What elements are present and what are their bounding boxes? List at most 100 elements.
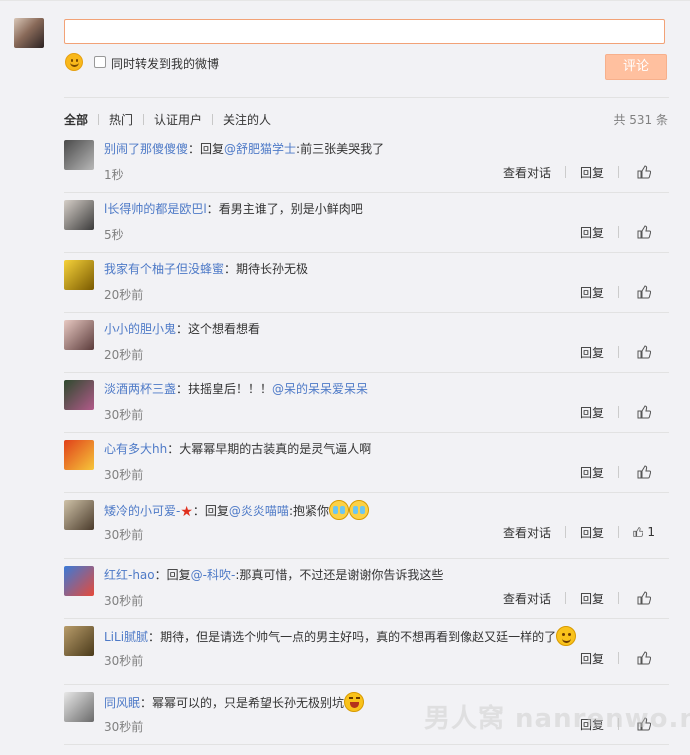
comment-prefix: ：回复 (154, 568, 191, 582)
mention-link[interactable]: @-科吹- (191, 568, 236, 582)
like-icon[interactable] (637, 225, 651, 239)
reply-link[interactable]: 回复 (566, 464, 618, 481)
reply-link[interactable]: 回复 (566, 224, 618, 241)
comment-time: 20秒前 (104, 348, 144, 362)
avatar[interactable] (64, 200, 94, 230)
total-count: 共 531 条 (613, 113, 668, 127)
view-conversation-link[interactable]: 查看对话 (489, 524, 565, 541)
comment-actions: 回复 (566, 404, 669, 420)
comment-actions: 回复 (566, 284, 669, 300)
comment-item: 矮冷的小可爱-★：回复@炎炎喵喵:抱紧你 30秒前 查看对话 回复 1 (64, 493, 669, 559)
repost-checkbox[interactable] (94, 56, 106, 68)
like-icon[interactable] (633, 525, 644, 539)
comment-text: 别闹了那傻傻傻：回复@舒肥猫学士:前三张美哭我了 (104, 140, 384, 157)
like-icon[interactable] (637, 165, 651, 179)
comment-item: 别闹了那傻傻傻：回复@舒肥猫学士:前三张美哭我了 1秒 查看对话 回复 (64, 133, 669, 193)
comment-item: 红红-hao：回复@-科吹-:那真可惜，不过还是谢谢你告诉我这些 30秒前 查看对话… (64, 559, 669, 619)
mention-link[interactable]: @炎炎喵喵 (229, 504, 289, 518)
like-button[interactable] (619, 405, 669, 419)
comment-actions: 查看对话 回复 (489, 590, 669, 606)
divider (64, 744, 669, 745)
avatar[interactable] (64, 692, 94, 722)
like-icon[interactable] (637, 285, 651, 299)
view-conversation-link[interactable]: 查看对话 (489, 590, 565, 607)
comment-prefix: ： (206, 202, 219, 216)
comment-text: 我家有个柚子但没蜂蜜：期待长孙无极 (104, 260, 308, 277)
like-icon[interactable] (637, 651, 651, 665)
reply-link[interactable]: 回复 (566, 344, 618, 361)
comment-prefix: ： (140, 696, 153, 710)
comment-prefix: ： (167, 442, 180, 456)
like-button[interactable] (619, 225, 669, 239)
comment-body: :抱紧你 (288, 504, 329, 518)
comment-prefix: ：回复 (188, 142, 225, 156)
avatar[interactable] (64, 440, 94, 470)
comment-body: 扶摇皇后！！！ (188, 382, 273, 396)
reply-link[interactable]: 回复 (566, 164, 618, 181)
comment-body: 幂幂可以的，只是希望长孙无极别坑 (152, 696, 345, 710)
comment-username[interactable]: l长得帅的都是欧巴l (104, 202, 207, 216)
comment-time: 30秒前 (104, 528, 144, 542)
avatar[interactable] (64, 140, 94, 170)
comment-username[interactable]: 同风眠 (104, 696, 140, 710)
cry-emoji-icon (328, 500, 349, 520)
comment-text: 红红-hao：回复@-科吹-:那真可惜，不过还是谢谢你告诉我这些 (104, 566, 443, 583)
avatar[interactable] (64, 320, 94, 350)
repost-label[interactable]: 同时转发到我的微博 (111, 55, 219, 72)
tab-following[interactable]: 关注的人 (213, 111, 281, 128)
comment-body: :那真可惜，不过还是谢谢你告诉我这些 (235, 568, 444, 582)
comment-time: 30秒前 (104, 408, 144, 422)
comment-item: l长得帅的都是欧巴l：看男主谁了，别是小鲜肉吧 5秒 回复 (64, 193, 669, 253)
tab-hot[interactable]: 热门 (99, 111, 143, 128)
reply-link[interactable]: 回复 (566, 524, 618, 541)
reply-link[interactable]: 回复 (566, 284, 618, 301)
like-button[interactable]: 1 (619, 525, 669, 539)
comment-time: 30秒前 (104, 654, 144, 668)
comment-username[interactable]: 红红-hao (104, 568, 155, 582)
comment-username[interactable]: 我家有个柚子但没蜂蜜 (104, 262, 224, 276)
comment-username[interactable]: 矮冷的小可爱- (104, 504, 180, 518)
tab-verified[interactable]: 认证用户 (144, 111, 212, 128)
like-button[interactable] (619, 465, 669, 479)
comment-input[interactable] (64, 19, 665, 44)
comment-username[interactable]: LiLi腻腻 (104, 630, 148, 644)
comment-username[interactable]: 别闹了那傻傻傻 (104, 142, 188, 156)
like-button[interactable] (619, 651, 669, 665)
comment-time: 5秒 (104, 228, 124, 242)
avatar[interactable] (64, 566, 94, 596)
comment-panel: 同时转发到我的微博 评论 全部 热门 认证用户 关注的人 共 531 条 别闹了… (0, 0, 690, 755)
avatar[interactable] (64, 380, 94, 410)
reply-link[interactable]: 回复 (566, 404, 618, 421)
avatar[interactable] (64, 626, 94, 656)
comment-username[interactable]: 心有多大hh (104, 442, 167, 456)
mention-link[interactable]: @呆的呆呆爱呆呆 (272, 382, 368, 396)
submit-comment-button[interactable]: 评论 (605, 54, 667, 80)
comment-username[interactable]: 小小的胆小鬼 (104, 322, 176, 336)
reply-link[interactable]: 回复 (566, 650, 618, 667)
comment-actions: 查看对话 回复 (489, 164, 669, 180)
comment-time: 30秒前 (104, 720, 144, 734)
smile-icon[interactable] (65, 53, 83, 71)
like-button[interactable] (619, 165, 669, 179)
like-button[interactable] (619, 591, 669, 605)
like-button[interactable] (619, 285, 669, 299)
avatar[interactable] (64, 260, 94, 290)
like-icon[interactable] (637, 591, 651, 605)
comment-body: 大幂幂早期的古装真的是灵气逼人啊 (179, 442, 372, 456)
comment-item: 淡酒两杯三盏：扶摇皇后！！！@呆的呆呆爱呆呆 30秒前 回复 (64, 373, 669, 433)
like-icon[interactable] (637, 465, 651, 479)
avatar[interactable] (64, 500, 94, 530)
like-button[interactable] (619, 345, 669, 359)
like-icon[interactable] (637, 345, 651, 359)
tab-all[interactable]: 全部 (64, 111, 98, 128)
view-conversation-link[interactable]: 查看对话 (489, 164, 565, 181)
comment-text: l长得帅的都是欧巴l：看男主谁了，别是小鲜肉吧 (104, 200, 363, 217)
comment-time: 30秒前 (104, 594, 144, 608)
comment-username[interactable]: 淡酒两杯三盏 (104, 382, 176, 396)
comment-prefix: ： (176, 382, 189, 396)
watermark: 男人窝 nanrenwo.net (424, 704, 690, 734)
mention-link[interactable]: @舒肥猫学士 (224, 142, 296, 156)
reply-link[interactable]: 回复 (566, 590, 618, 607)
like-icon[interactable] (637, 405, 651, 419)
my-avatar[interactable] (14, 18, 44, 48)
